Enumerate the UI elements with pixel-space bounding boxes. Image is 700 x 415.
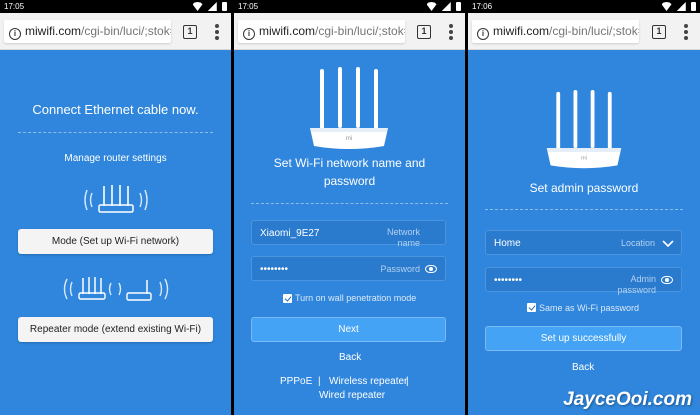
url-field[interactable]: i miwifi.com/cgi-bin/luci/;stok=24c	[4, 20, 171, 43]
divider	[18, 132, 213, 133]
battery-icon	[456, 2, 461, 11]
url-field[interactable]: i miwifi.com/cgi-bin/luci/;stok=	[238, 20, 405, 43]
tabs-icon[interactable]: 1	[652, 25, 666, 39]
router-logo: mi	[581, 156, 587, 162]
wifi-icon	[426, 2, 437, 11]
wall-penetration-label: Turn on wall penetration mode	[295, 293, 417, 303]
page-content: mi Set admin password Home Location ••••…	[468, 51, 700, 415]
mode-setup-wifi-button[interactable]: Mode (Set up Wi-Fi network)	[18, 229, 213, 254]
network-name-hint: Network name	[386, 227, 420, 248]
page-title: Set Wi-Fi network name and password	[234, 154, 465, 190]
eye-icon[interactable]	[425, 265, 437, 273]
url-domain: miwifi.com	[259, 24, 315, 38]
back-link[interactable]: Back	[339, 352, 361, 363]
page-content: Connect Ethernet cable now. Manage route…	[0, 51, 231, 415]
password-hint: Password	[380, 264, 420, 274]
status-time: 17:05	[4, 2, 25, 11]
password-value: ••••••••	[260, 264, 289, 275]
admin-password-value: ••••••••	[494, 275, 523, 286]
page-heading: Connect Ethernet cable now.	[32, 102, 199, 117]
link-separator: |	[406, 376, 409, 387]
admin-password-field[interactable]: •••••••• Admin password	[485, 267, 682, 295]
wifi-icon	[192, 2, 203, 11]
battery-icon	[691, 2, 696, 11]
password-field[interactable]: •••••••• Password	[251, 256, 446, 281]
wall-penetration-checkbox[interactable]	[283, 294, 292, 303]
back-link[interactable]: Back	[572, 362, 594, 373]
wireless-repeater-link[interactable]: Wireless repeater	[329, 376, 407, 387]
url-domain: miwifi.com	[25, 24, 81, 38]
wifi-icon	[661, 2, 672, 11]
chevron-down-icon[interactable]	[662, 240, 674, 248]
signal-icon	[441, 2, 451, 11]
network-name-value: Xiaomi_9E27	[260, 228, 320, 239]
info-icon[interactable]: i	[9, 28, 21, 40]
pppoe-link[interactable]: PPPoE	[280, 376, 312, 387]
menu-icon[interactable]	[449, 24, 453, 40]
network-name-field[interactable]: Xiaomi_9E27 Network name	[251, 220, 446, 248]
wired-repeater-link[interactable]: Wired repeater	[319, 390, 385, 401]
section-title: Manage router settings	[64, 153, 167, 164]
location-hint: Location	[620, 238, 655, 248]
divider	[251, 203, 448, 204]
url-path: /cgi-bin/luci/;stok=24c	[81, 24, 171, 38]
tabs-icon[interactable]: 1	[183, 25, 197, 39]
signal-icon	[207, 2, 217, 11]
page-title: Set admin password	[529, 181, 639, 195]
menu-icon[interactable]	[215, 24, 219, 40]
eye-icon[interactable]	[661, 276, 673, 284]
url-path: /cgi-bin/luci/;stok=	[315, 24, 405, 38]
tabs-icon[interactable]: 1	[417, 25, 431, 39]
signal-icon	[676, 2, 686, 11]
admin-password-hint: Admin password	[617, 274, 656, 295]
title-line-2: password	[323, 174, 376, 188]
same-as-wifi-checkbox[interactable]	[527, 303, 536, 312]
browser-toolbar: i miwifi.com/cgi-bin/luci/;stok= 1	[468, 13, 700, 50]
divider	[485, 209, 683, 210]
status-time: 17:06	[472, 2, 493, 11]
battery-icon	[222, 2, 227, 11]
link-separator: |	[318, 376, 321, 387]
info-icon[interactable]: i	[243, 28, 255, 40]
setup-success-button[interactable]: Set up successfully	[485, 326, 682, 351]
title-line-1: Set Wi-Fi network name and	[273, 156, 426, 170]
watermark: JayceOoi.com	[563, 389, 692, 410]
info-icon[interactable]: i	[477, 28, 489, 40]
repeater-mode-button[interactable]: Repeater mode (extend existing Wi-Fi)	[18, 317, 213, 342]
browser-toolbar: i miwifi.com/cgi-bin/luci/;stok= 1	[234, 13, 465, 50]
url-path: /cgi-bin/luci/;stok=	[549, 24, 639, 38]
status-bar: 17:05	[234, 0, 465, 13]
url-domain: miwifi.com	[493, 24, 549, 38]
location-select[interactable]: Home Location	[485, 230, 682, 255]
phone-screen-1: 17:05 i miwifi.com/cgi-bin/luci/;stok=24c…	[0, 0, 231, 415]
status-bar: 17:06	[468, 0, 700, 13]
page-content: mi Set Wi-Fi network name and password X…	[234, 51, 465, 415]
menu-icon[interactable]	[684, 24, 688, 40]
status-bar: 17:05	[0, 0, 231, 13]
location-value: Home	[494, 238, 521, 249]
next-button[interactable]: Next	[251, 317, 446, 342]
status-time: 17:05	[238, 2, 259, 11]
router-logo: mi	[346, 136, 352, 142]
browser-toolbar: i miwifi.com/cgi-bin/luci/;stok=24c 1	[0, 13, 231, 50]
phone-screen-2: 17:05 i miwifi.com/cgi-bin/luci/;stok= 1 …	[234, 0, 465, 415]
same-as-wifi-label: Same as Wi-Fi password	[539, 303, 640, 313]
phone-screen-3: 17:06 i miwifi.com/cgi-bin/luci/;stok= 1 …	[468, 0, 700, 415]
url-field[interactable]: i miwifi.com/cgi-bin/luci/;stok=	[472, 20, 639, 43]
